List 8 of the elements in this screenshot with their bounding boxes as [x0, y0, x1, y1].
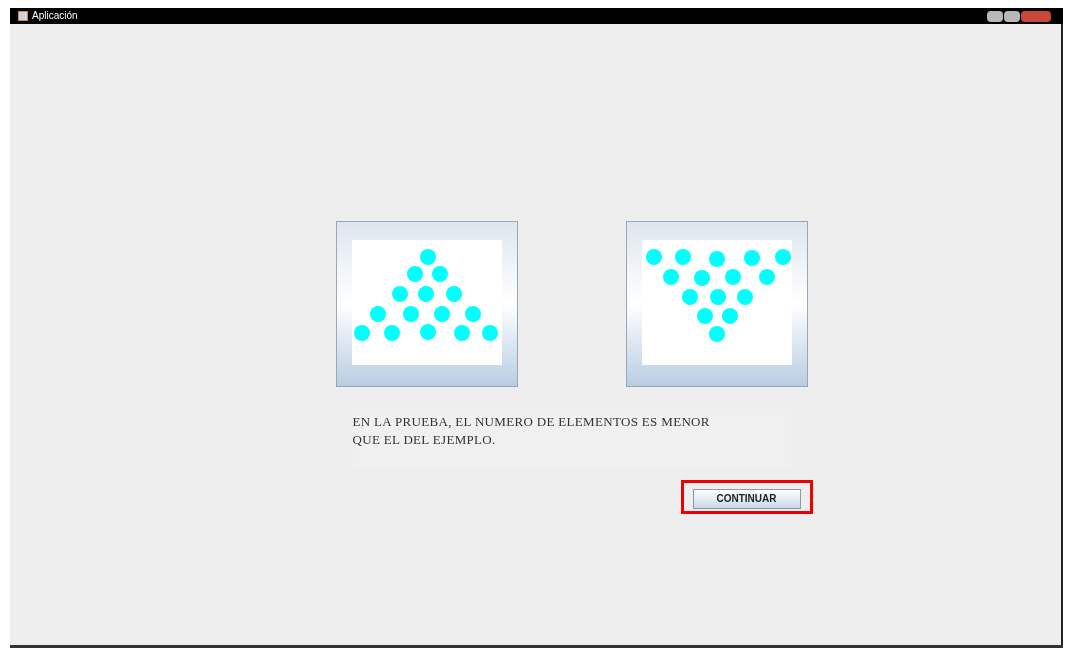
close-button[interactable] — [1021, 10, 1051, 22]
app-icon — [18, 11, 28, 21]
message-text: EN LA PRUEBA, EL NUMERO DE ELEMENTOS ES MENOR — [352, 413, 711, 431]
window-title: Aplicación — [32, 11, 78, 21]
minimize-button[interactable] — [987, 10, 1003, 22]
message-text: QUE EL DEL EJEMPLO. — [352, 431, 497, 449]
maximize-button[interactable] — [1004, 10, 1020, 22]
continue-button[interactable]: CONTINUAR — [692, 489, 801, 509]
